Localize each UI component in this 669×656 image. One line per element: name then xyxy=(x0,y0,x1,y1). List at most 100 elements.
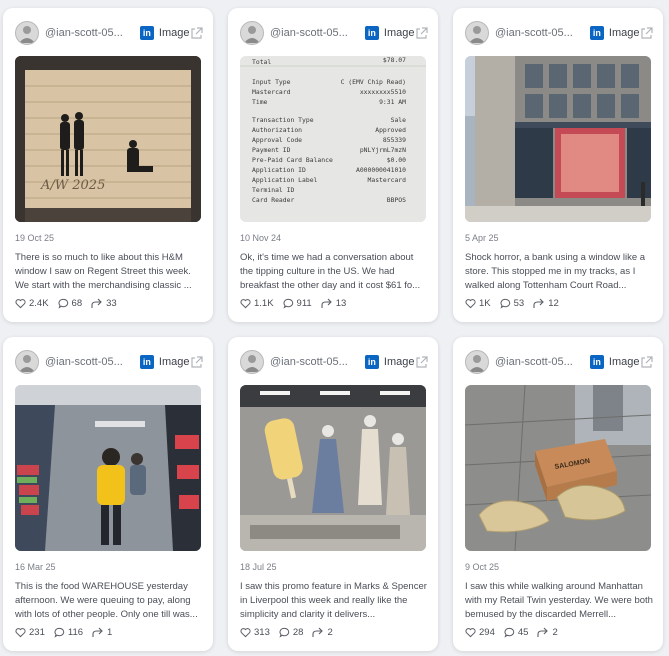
share-icon xyxy=(537,627,549,637)
comments-stat: 45 xyxy=(504,627,529,638)
post-date: 19 Oct 25 xyxy=(15,233,55,243)
post-date: 10 Nov 24 xyxy=(240,233,282,243)
heart-icon xyxy=(465,628,476,638)
comment-icon xyxy=(500,298,510,309)
post-image[interactable]: A/W 2025 xyxy=(15,56,201,222)
avatar[interactable] xyxy=(15,350,39,374)
post-card[interactable]: @ian-scott-05... in Image 18 Jul 25 I sa… xyxy=(228,337,438,651)
likes-count: 231 xyxy=(29,627,45,638)
linkedin-icon: in xyxy=(589,26,604,40)
receipt-row-value: C (EMV Chip Read) xyxy=(341,78,406,86)
heart-icon xyxy=(15,299,26,309)
post-image[interactable] xyxy=(465,56,651,222)
post-text: Ok, it's time we had a conversation abou… xyxy=(240,252,421,291)
post-text: I saw this promo feature in Marks & Spen… xyxy=(240,581,427,620)
comments-stat: 28 xyxy=(279,627,304,638)
comment-icon xyxy=(54,627,65,638)
card-header: @ian-scott-05... in Image xyxy=(240,349,428,375)
receipt-row-label: Input Type xyxy=(252,78,291,86)
avatar[interactable] xyxy=(15,21,39,45)
external-link-icon[interactable] xyxy=(414,26,428,40)
post-type-label: Image xyxy=(608,27,640,39)
linkedin-icon: in xyxy=(589,355,604,369)
likes-count: 294 xyxy=(479,627,495,638)
shares-count: 2 xyxy=(552,627,558,638)
likes-stat: 1K xyxy=(465,298,491,309)
post-card[interactable]: @ian-scott-05... in Image 16 Mar 25 This… xyxy=(3,337,213,651)
shares-stat: 12 xyxy=(533,298,559,309)
avatar[interactable] xyxy=(240,350,264,374)
external-link-icon[interactable] xyxy=(639,355,653,369)
post-image[interactable] xyxy=(240,385,426,551)
receipt-row-label: Mastercard xyxy=(252,88,291,96)
post-type-label: Image xyxy=(383,356,415,368)
post-image[interactable]: Total $78.07 Input Type C (EMV Chip Read) Ma… xyxy=(240,56,426,222)
receipt-row-value: Sale xyxy=(391,116,407,124)
shares-stat: 13 xyxy=(321,298,346,309)
external-link-icon[interactable] xyxy=(414,355,428,369)
post-text: This is the food WAREHOUSE yesterday aft… xyxy=(15,581,198,620)
share-icon xyxy=(91,298,102,308)
avatar[interactable] xyxy=(240,21,264,45)
post-image[interactable]: SALOMON xyxy=(465,385,651,551)
card-header: @ian-scott-05... in Image xyxy=(465,349,653,375)
shares-stat: 1 xyxy=(92,627,112,638)
share-icon xyxy=(92,627,103,637)
author-handle[interactable]: @ian-scott-05... xyxy=(45,356,134,368)
share-icon xyxy=(321,298,332,308)
comments-count: 68 xyxy=(71,298,83,309)
heart-icon xyxy=(15,628,26,638)
linkedin-icon: in xyxy=(139,26,154,40)
card-header: @ian-scott-05... in Image xyxy=(465,20,653,46)
image-caption: A/W 2025 xyxy=(40,178,105,193)
comments-stat: 53 xyxy=(500,298,525,309)
heart-icon xyxy=(240,628,251,638)
share-icon xyxy=(312,627,324,637)
author-handle[interactable]: @ian-scott-05... xyxy=(270,356,359,368)
post-date: 18 Jul 25 xyxy=(240,562,277,572)
post-stats: 294 45 2 xyxy=(465,627,567,638)
shares-count: 1 xyxy=(107,627,113,638)
post-stats: 231 116 1 xyxy=(15,627,121,638)
receipt-row-label: Card Reader xyxy=(252,196,294,204)
receipt-row-value: BBPOS xyxy=(387,196,406,204)
receipt-row-value: 9:31 AM xyxy=(379,98,406,106)
receipt-row-label: Application ID xyxy=(252,166,306,174)
avatar[interactable] xyxy=(465,21,489,45)
author-handle[interactable]: @ian-scott-05... xyxy=(45,27,134,39)
author-handle[interactable]: @ian-scott-05... xyxy=(495,356,584,368)
likes-stat: 2.4K xyxy=(15,298,49,309)
post-text: Shock horror, a bank using a window like… xyxy=(465,252,646,291)
post-date: 9 Oct 25 xyxy=(465,562,500,572)
post-text: There is so much to like about this H&M … xyxy=(15,252,192,291)
comments-count: 53 xyxy=(513,298,525,309)
likes-stat: 231 xyxy=(15,627,45,638)
post-card[interactable]: @ian-scott-05... in Image A/W 2025 19 Oc… xyxy=(3,8,213,322)
likes-count: 1K xyxy=(479,298,491,309)
author-handle[interactable]: @ian-scott-05... xyxy=(495,27,584,39)
post-stats: 313 28 2 xyxy=(240,627,342,638)
receipt-row-value: pNLYjrmL7mzN xyxy=(360,146,406,154)
post-type-label: Image xyxy=(383,27,415,39)
avatar[interactable] xyxy=(465,350,489,374)
comments-count: 45 xyxy=(517,627,529,638)
external-link-icon[interactable] xyxy=(189,26,203,40)
card-header: @ian-scott-05... in Image xyxy=(240,20,428,46)
comment-icon xyxy=(504,627,515,638)
receipt-row-label: Application Label xyxy=(252,176,318,184)
post-card[interactable]: @ian-scott-05... in Image Total $78.07 Inp… xyxy=(228,8,438,322)
receipt-row-label: Terminal ID xyxy=(252,186,294,194)
post-image[interactable] xyxy=(15,385,201,551)
heart-icon xyxy=(240,299,251,309)
receipt-row-value: Mastercard xyxy=(368,176,407,184)
receipt-row-label: Pre-Paid Card Balance xyxy=(252,156,333,164)
post-card[interactable]: @ian-scott-05... in Image 5 Apr 25 Shock… xyxy=(453,8,663,322)
linkedin-icon: in xyxy=(364,355,379,369)
external-link-icon[interactable] xyxy=(639,26,653,40)
comments-count: 28 xyxy=(292,627,304,638)
comments-stat: 68 xyxy=(58,298,83,309)
author-handle[interactable]: @ian-scott-05... xyxy=(270,27,359,39)
post-card[interactable]: @ian-scott-05... in Image SALOMON 9 Oct … xyxy=(453,337,663,651)
receipt-row-label: Transaction Type xyxy=(252,116,314,124)
external-link-icon[interactable] xyxy=(189,355,203,369)
